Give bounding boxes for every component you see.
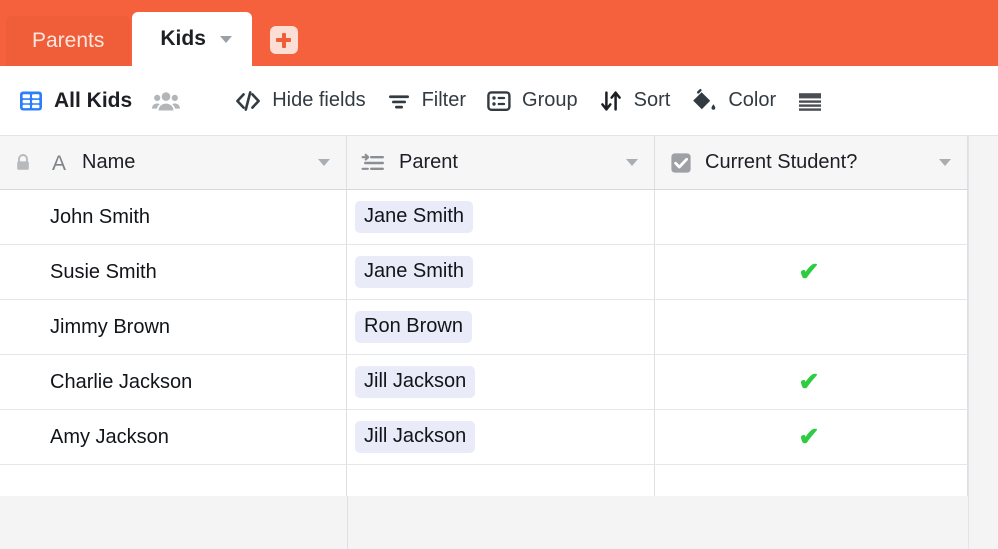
group-label: Group [522, 89, 578, 111]
cell-parent[interactable]: Jane Smith [347, 245, 655, 299]
hide-fields-button[interactable]: Hide fields [224, 81, 375, 121]
chevron-down-icon[interactable] [219, 35, 232, 43]
chevron-down-icon[interactable] [626, 159, 638, 166]
filter-icon [386, 89, 412, 113]
row-height-icon [796, 89, 822, 113]
cell-current-student[interactable] [655, 300, 968, 354]
linked-record-icon [361, 152, 387, 174]
column-header-current-student-label: Current Student? [705, 151, 858, 173]
tab-parents-label: Parents [32, 29, 105, 52]
table-row[interactable]: John Smith Jane Smith [0, 190, 968, 245]
linked-record-chip[interactable]: Jill Jackson [355, 421, 476, 453]
cell-current-student[interactable] [655, 190, 968, 244]
filter-label: Filter [421, 89, 467, 111]
column-header-name[interactable]: A Name [0, 136, 347, 189]
linked-record-chip[interactable]: Jane Smith [355, 201, 474, 233]
group-icon [486, 89, 512, 113]
column-header-current-student[interactable]: Current Student? [655, 136, 968, 189]
grid-right-gutter [968, 136, 998, 549]
table-row[interactable]: Susie Smith Jane Smith ✔ [0, 245, 968, 300]
column-header-parent[interactable]: Parent [347, 136, 655, 189]
tab-parents[interactable]: Parents [6, 16, 131, 66]
cell-current-student[interactable]: ✔ [655, 410, 968, 464]
toolbar: All Kids Hide fields Filter Group Sort C… [0, 66, 998, 136]
svg-text:A: A [52, 152, 66, 175]
grid-footer [0, 496, 968, 549]
checkbox-icon [669, 151, 693, 175]
checkmark-icon: ✔ [798, 422, 820, 451]
chevron-down-icon[interactable] [939, 159, 951, 166]
linked-record-chip[interactable]: Jane Smith [355, 256, 474, 288]
sort-label: Sort [633, 89, 671, 111]
hide-fields-icon [234, 89, 262, 113]
view-name-label: All Kids [54, 88, 133, 112]
text-field-icon: A [48, 151, 70, 175]
tab-kids-label: Kids [160, 27, 206, 50]
cell-current-student[interactable]: ✔ [655, 355, 968, 409]
table-row[interactable]: Jimmy Brown Ron Brown [0, 300, 968, 355]
row-height-button[interactable] [786, 81, 832, 121]
hide-fields-label: Hide fields [272, 89, 366, 111]
linked-record-chip[interactable]: Jill Jackson [355, 366, 476, 398]
plus-icon [276, 32, 292, 48]
cell-name[interactable]: Susie Smith [0, 245, 347, 299]
add-table-button[interactable] [269, 26, 298, 54]
lock-icon [14, 153, 32, 173]
view-selector[interactable]: All Kids [8, 81, 142, 121]
chevron-down-icon[interactable] [318, 159, 330, 166]
tab-bar: Parents Kids [0, 0, 998, 66]
cell-name[interactable]: Charlie Jackson [0, 355, 347, 409]
grid-view-icon [18, 88, 44, 114]
column-header-name-label: Name [82, 151, 136, 173]
color-label: Color [728, 89, 777, 111]
sort-button[interactable]: Sort [588, 81, 681, 121]
collaborators-button[interactable] [142, 81, 190, 121]
people-icon [152, 89, 181, 113]
table-row[interactable]: Charlie Jackson Jill Jackson ✔ [0, 355, 968, 410]
checkmark-icon: ✔ [798, 367, 820, 396]
checkmark-icon: ✔ [798, 257, 820, 286]
group-button[interactable]: Group [476, 81, 588, 121]
cell-current-student[interactable]: ✔ [655, 245, 968, 299]
sort-icon [598, 89, 624, 113]
color-button[interactable]: Color [680, 81, 786, 121]
grid-header-row: A Name Parent Current Student? [0, 136, 968, 190]
cell-parent[interactable]: Jill Jackson [347, 355, 655, 409]
filter-button[interactable]: Filter [376, 81, 476, 121]
column-header-parent-label: Parent [399, 151, 458, 173]
cell-parent[interactable]: Ron Brown [347, 300, 655, 354]
table-row[interactable]: Amy Jackson Jill Jackson ✔ [0, 410, 968, 465]
linked-record-chip[interactable]: Ron Brown [355, 311, 472, 343]
cell-name[interactable]: Jimmy Brown [0, 300, 347, 354]
footer-divider [347, 496, 348, 549]
cell-name[interactable]: Amy Jackson [0, 410, 347, 464]
tab-kids[interactable]: Kids [132, 12, 252, 66]
cell-parent[interactable]: Jane Smith [347, 190, 655, 244]
record-grid: A Name Parent Current Student? John Smit… [0, 136, 998, 549]
grid-inner: A Name Parent Current Student? John Smit… [0, 136, 968, 519]
paint-bucket-icon [690, 88, 718, 114]
cell-parent[interactable]: Jill Jackson [347, 410, 655, 464]
cell-name[interactable]: John Smith [0, 190, 347, 244]
